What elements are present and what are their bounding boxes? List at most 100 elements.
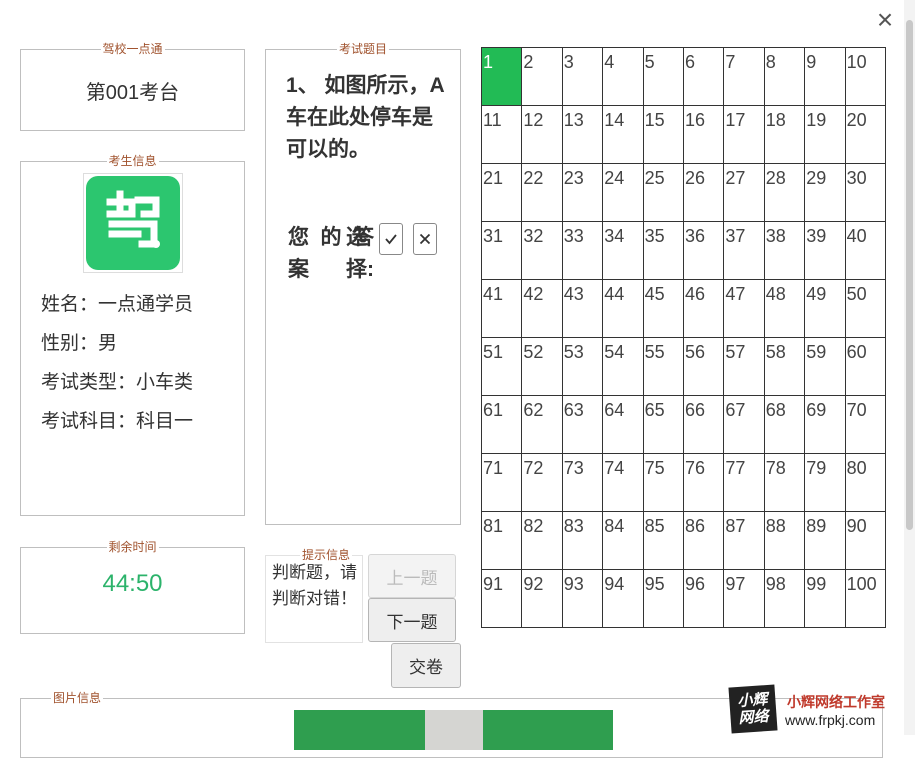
question-cell[interactable]: 1 [482, 48, 523, 106]
question-cell[interactable]: 20 [845, 106, 886, 164]
question-cell[interactable]: 43 [562, 280, 604, 338]
next-question-button[interactable]: 下一题 [368, 598, 456, 642]
question-cell[interactable]: 96 [684, 570, 725, 628]
question-cell[interactable]: 91 [482, 570, 523, 628]
question-cell[interactable]: 9 [805, 48, 846, 106]
question-cell[interactable]: 58 [764, 338, 806, 396]
question-cell[interactable]: 10 [845, 48, 886, 106]
question-cell[interactable]: 23 [562, 164, 604, 222]
question-cell[interactable]: 64 [603, 396, 644, 454]
question-cell[interactable]: 49 [805, 280, 846, 338]
question-cell[interactable]: 11 [482, 106, 523, 164]
question-cell[interactable]: 40 [845, 222, 886, 280]
question-cell[interactable]: 93 [562, 570, 604, 628]
question-cell[interactable]: 12 [522, 106, 563, 164]
question-cell[interactable]: 28 [764, 164, 806, 222]
question-cell[interactable]: 46 [684, 280, 725, 338]
question-cell[interactable]: 74 [603, 454, 644, 512]
scrollbar-thumb[interactable] [906, 20, 913, 530]
question-cell[interactable]: 89 [805, 512, 846, 570]
prev-question-button[interactable]: 上一题 [368, 554, 456, 598]
question-cell[interactable]: 66 [684, 396, 725, 454]
question-cell[interactable]: 6 [684, 48, 725, 106]
question-cell[interactable]: 73 [562, 454, 604, 512]
question-cell[interactable]: 5 [643, 48, 684, 106]
question-cell[interactable]: 71 [482, 454, 523, 512]
question-cell[interactable]: 54 [603, 338, 644, 396]
question-cell[interactable]: 98 [764, 570, 806, 628]
question-cell[interactable]: 17 [724, 106, 765, 164]
submit-button[interactable]: 交卷 [391, 643, 461, 688]
question-cell[interactable]: 70 [845, 396, 886, 454]
question-cell[interactable]: 36 [684, 222, 725, 280]
false-answer-button[interactable] [413, 223, 437, 255]
question-cell[interactable]: 14 [603, 106, 644, 164]
question-cell[interactable]: 69 [805, 396, 846, 454]
question-cell[interactable]: 47 [724, 280, 765, 338]
question-cell[interactable]: 2 [522, 48, 563, 106]
question-cell[interactable]: 51 [482, 338, 523, 396]
question-cell[interactable]: 50 [845, 280, 886, 338]
question-cell[interactable]: 81 [482, 512, 523, 570]
question-cell[interactable]: 61 [482, 396, 523, 454]
question-cell[interactable]: 21 [482, 164, 523, 222]
question-cell[interactable]: 4 [603, 48, 644, 106]
question-cell[interactable]: 57 [724, 338, 765, 396]
question-cell[interactable]: 15 [643, 106, 684, 164]
question-cell[interactable]: 37 [724, 222, 765, 280]
question-cell[interactable]: 75 [643, 454, 684, 512]
question-cell[interactable]: 84 [603, 512, 644, 570]
question-cell[interactable]: 78 [764, 454, 806, 512]
question-cell[interactable]: 16 [684, 106, 725, 164]
question-cell[interactable]: 72 [522, 454, 563, 512]
question-cell[interactable]: 95 [643, 570, 684, 628]
question-cell[interactable]: 22 [522, 164, 563, 222]
question-cell[interactable]: 53 [562, 338, 604, 396]
question-cell[interactable]: 80 [845, 454, 886, 512]
question-cell[interactable]: 45 [643, 280, 684, 338]
question-cell[interactable]: 97 [724, 570, 765, 628]
question-cell[interactable]: 8 [764, 48, 806, 106]
question-cell[interactable]: 18 [764, 106, 806, 164]
true-answer-button[interactable] [379, 223, 403, 255]
question-cell[interactable]: 13 [562, 106, 604, 164]
question-cell[interactable]: 65 [643, 396, 684, 454]
question-cell[interactable]: 99 [805, 570, 846, 628]
question-cell[interactable]: 85 [643, 512, 684, 570]
question-cell[interactable]: 88 [764, 512, 806, 570]
question-cell[interactable]: 41 [482, 280, 523, 338]
close-icon[interactable]: × [872, 6, 898, 34]
question-cell[interactable]: 33 [562, 222, 604, 280]
question-cell[interactable]: 67 [724, 396, 765, 454]
question-cell[interactable]: 35 [643, 222, 684, 280]
question-cell[interactable]: 59 [805, 338, 846, 396]
question-cell[interactable]: 83 [562, 512, 604, 570]
question-cell[interactable]: 63 [562, 396, 604, 454]
question-cell[interactable]: 3 [562, 48, 604, 106]
question-cell[interactable]: 24 [603, 164, 644, 222]
question-cell[interactable]: 100 [845, 570, 886, 628]
question-cell[interactable]: 32 [522, 222, 563, 280]
question-cell[interactable]: 44 [603, 280, 644, 338]
question-cell[interactable]: 60 [845, 338, 886, 396]
question-cell[interactable]: 82 [522, 512, 563, 570]
question-cell[interactable]: 19 [805, 106, 846, 164]
question-cell[interactable]: 26 [684, 164, 725, 222]
question-cell[interactable]: 90 [845, 512, 886, 570]
question-cell[interactable]: 79 [805, 454, 846, 512]
question-cell[interactable]: 31 [482, 222, 523, 280]
question-cell[interactable]: 48 [764, 280, 806, 338]
question-cell[interactable]: 34 [603, 222, 644, 280]
question-cell[interactable]: 55 [643, 338, 684, 396]
question-cell[interactable]: 68 [764, 396, 806, 454]
question-cell[interactable]: 52 [522, 338, 563, 396]
question-cell[interactable]: 29 [805, 164, 846, 222]
question-cell[interactable]: 77 [724, 454, 765, 512]
question-cell[interactable]: 38 [764, 222, 806, 280]
question-cell[interactable]: 30 [845, 164, 886, 222]
question-cell[interactable]: 62 [522, 396, 563, 454]
question-cell[interactable]: 92 [522, 570, 563, 628]
question-cell[interactable]: 86 [684, 512, 725, 570]
question-cell[interactable]: 27 [724, 164, 765, 222]
question-cell[interactable]: 94 [603, 570, 644, 628]
